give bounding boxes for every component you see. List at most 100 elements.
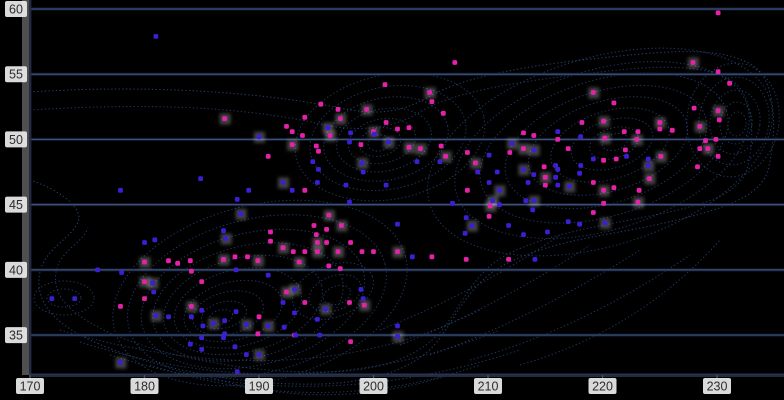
data-point — [284, 124, 289, 129]
data-point — [542, 164, 547, 169]
data-point — [72, 296, 77, 301]
data-point — [580, 120, 585, 125]
data-point — [438, 159, 443, 164]
plot-background — [0, 0, 784, 400]
y-axis-spine — [29, 0, 31, 375]
data-point — [328, 133, 333, 138]
data-point — [578, 163, 583, 168]
data-point — [497, 202, 502, 207]
data-point — [244, 352, 249, 357]
data-point — [221, 335, 226, 340]
data-point — [716, 154, 721, 159]
data-point — [302, 249, 307, 254]
data-point — [315, 180, 320, 185]
data-point — [372, 132, 377, 137]
data-point — [637, 188, 642, 193]
data-point — [533, 257, 538, 262]
data-point — [151, 290, 156, 295]
data-point — [95, 268, 100, 273]
data-point — [646, 157, 651, 162]
data-point — [360, 249, 365, 254]
data-point — [473, 161, 478, 166]
data-point — [636, 200, 641, 205]
data-point — [315, 240, 320, 245]
data-point — [526, 180, 531, 185]
data-point — [290, 129, 295, 134]
data-point — [238, 211, 243, 216]
data-point — [601, 201, 606, 206]
data-point — [384, 120, 389, 125]
data-point — [198, 176, 203, 181]
y-tick-label: 60 — [9, 3, 23, 17]
data-point — [475, 170, 480, 175]
data-point — [591, 180, 596, 185]
data-point — [695, 164, 700, 169]
data-point — [222, 318, 227, 323]
data-point — [441, 111, 446, 116]
data-point — [282, 325, 287, 330]
data-point — [302, 300, 307, 305]
data-point — [646, 163, 651, 168]
scatter-plot-canvas: 354045505560170180190200210220230 — [0, 0, 784, 400]
data-point — [348, 131, 353, 136]
x-tick-label: 180 — [134, 380, 155, 394]
data-point — [314, 144, 319, 149]
data-point — [395, 334, 400, 339]
data-point — [577, 222, 582, 227]
data-point — [222, 116, 227, 121]
data-point — [142, 240, 147, 245]
data-point — [324, 240, 329, 245]
data-point — [199, 347, 204, 352]
data-point — [521, 146, 526, 151]
data-point — [463, 231, 468, 236]
data-point — [553, 175, 558, 180]
data-point — [577, 171, 582, 176]
data-point — [591, 210, 596, 215]
y-tick-label: 50 — [9, 133, 23, 147]
data-point — [716, 108, 721, 113]
data-point — [430, 254, 435, 259]
data-point — [657, 127, 662, 132]
data-point — [221, 228, 226, 233]
x-tick-label: 190 — [249, 380, 270, 394]
data-point — [361, 296, 366, 301]
data-point — [338, 266, 343, 271]
data-point — [266, 154, 271, 159]
data-point — [545, 230, 550, 235]
data-point — [659, 154, 664, 159]
data-point — [521, 131, 526, 136]
data-point — [257, 352, 262, 357]
data-point — [490, 198, 495, 203]
data-point — [221, 257, 226, 262]
data-point — [410, 254, 415, 259]
data-point — [697, 124, 702, 129]
data-point — [188, 258, 193, 263]
data-point — [407, 125, 412, 130]
data-point — [361, 170, 366, 175]
x-tick-label: 230 — [707, 380, 728, 394]
data-point — [384, 183, 389, 188]
data-point — [152, 238, 157, 243]
data-point — [324, 227, 329, 232]
data-point — [470, 223, 475, 228]
data-point — [464, 257, 469, 262]
data-point — [293, 333, 298, 338]
data-point — [199, 335, 204, 340]
data-point — [697, 146, 702, 151]
x-tick-label: 220 — [592, 380, 613, 394]
data-point — [234, 309, 239, 314]
data-point — [338, 116, 343, 121]
data-point — [601, 119, 606, 124]
y-tick-label: 40 — [9, 263, 23, 277]
data-point — [362, 303, 367, 308]
data-point — [347, 140, 352, 145]
data-point — [166, 314, 171, 319]
data-point — [199, 279, 204, 284]
data-point — [245, 254, 250, 259]
data-point — [310, 159, 315, 164]
data-point — [510, 141, 515, 146]
data-point — [450, 201, 455, 206]
data-point — [142, 260, 147, 265]
data-point — [175, 261, 180, 266]
data-point — [487, 214, 492, 219]
